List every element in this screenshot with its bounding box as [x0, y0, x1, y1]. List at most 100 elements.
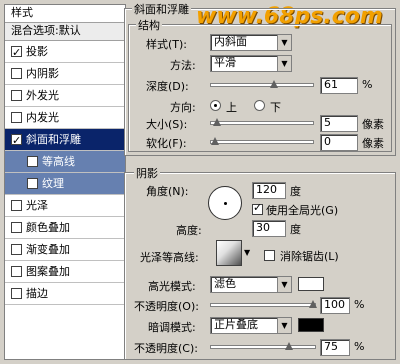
style-item-label: 图案叠加 — [26, 264, 70, 278]
style-list-item[interactable]: 渐变叠加 — [5, 239, 125, 261]
styles-header[interactable]: 样式 — [5, 5, 125, 23]
shadow-mode-select[interactable]: 正片叠底 ▼ — [210, 317, 292, 334]
size-unit: 像素 — [362, 118, 384, 131]
style-checkbox[interactable] — [27, 178, 38, 189]
depth-unit: % — [362, 78, 373, 91]
style-checkbox[interactable] — [11, 43, 22, 63]
style-checkbox[interactable] — [11, 112, 22, 123]
style-checkbox[interactable] — [11, 266, 22, 277]
chevron-down-icon[interactable]: ▼ — [277, 35, 291, 50]
style-item-label: 渐变叠加 — [26, 242, 70, 256]
shadow-opacity-label: 不透明度(C): — [134, 342, 198, 355]
shading-title: 阴影 — [134, 165, 160, 181]
styles-list-panel: 样式 混合选项:默认 投影内阴影外发光内发光斜面和浮雕等高线纹理光泽颜色叠加渐变… — [4, 4, 126, 360]
direction-up-label: 上 — [226, 101, 237, 114]
direction-down-radio[interactable] — [254, 100, 265, 111]
style-label: 样式(T): — [146, 38, 188, 51]
soften-label: 软化(F): — [146, 137, 187, 150]
direction-up-radio[interactable] — [210, 100, 221, 111]
style-item-label: 等高线 — [42, 154, 75, 168]
style-list-item[interactable]: 光泽 — [5, 195, 125, 217]
depth-slider[interactable] — [210, 80, 314, 90]
style-list-item[interactable]: 投影 — [5, 41, 125, 63]
shadow-color-swatch[interactable] — [298, 318, 324, 332]
direction-down-label: 下 — [270, 101, 281, 114]
depth-label: 深度(D): — [146, 80, 189, 93]
anti-alias-checkbox[interactable] — [264, 250, 275, 261]
shadow-opacity-slider[interactable] — [210, 342, 316, 352]
highlight-opacity-thumb[interactable] — [309, 300, 317, 310]
style-checkbox[interactable] — [11, 200, 22, 211]
gloss-contour-preview[interactable] — [216, 240, 242, 266]
style-select-value: 内斜面 — [214, 35, 247, 48]
global-light-checkbox[interactable] — [252, 201, 263, 215]
method-select-value: 平滑 — [214, 56, 236, 69]
shadow-opacity-thumb[interactable] — [284, 342, 293, 352]
style-item-label: 外发光 — [26, 88, 59, 102]
shadow-opacity-input[interactable]: 75 — [320, 339, 350, 356]
style-checkbox[interactable] — [11, 288, 22, 299]
style-list-item[interactable]: 颜色叠加 — [5, 217, 125, 239]
chevron-down-icon[interactable]: ▼ — [277, 56, 291, 71]
direction-label: 方向: — [170, 101, 196, 114]
size-slider-thumb[interactable] — [212, 118, 221, 128]
style-list-item[interactable]: 描边 — [5, 283, 125, 305]
style-item-label: 颜色叠加 — [26, 220, 70, 234]
angle-unit: 度 — [290, 185, 301, 198]
method-select[interactable]: 平滑 ▼ — [210, 55, 292, 72]
anti-alias-label: 消除锯齿(L) — [280, 250, 339, 263]
soften-slider-thumb[interactable] — [211, 137, 219, 147]
soften-slider[interactable] — [210, 137, 314, 147]
bevel-emboss-title: 斜面和浮雕 — [132, 1, 191, 17]
style-select[interactable]: 内斜面 ▼ — [210, 34, 292, 51]
style-checkbox[interactable] — [11, 222, 22, 233]
highlight-mode-value: 滤色 — [214, 277, 236, 290]
style-checkbox[interactable] — [11, 90, 22, 101]
style-checkbox[interactable] — [27, 156, 38, 167]
style-item-label: 纹理 — [42, 176, 64, 190]
style-list-item[interactable]: 内发光 — [5, 107, 125, 129]
style-checkbox[interactable] — [11, 68, 22, 79]
size-slider[interactable] — [210, 118, 314, 128]
depth-input[interactable]: 61 — [320, 77, 358, 94]
chevron-down-icon[interactable]: ▼ — [244, 248, 250, 257]
size-label: 大小(S): — [146, 118, 188, 131]
style-list-item[interactable]: 外发光 — [5, 85, 125, 107]
structure-title: 结构 — [136, 17, 162, 33]
global-light-label: 使用全局光(G) — [266, 204, 339, 217]
highlight-mode-select[interactable]: 滤色 ▼ — [210, 276, 292, 293]
highlight-color-swatch[interactable] — [298, 277, 324, 291]
altitude-input[interactable]: 30 — [252, 220, 286, 237]
angle-label: 角度(N): — [146, 185, 189, 198]
chevron-down-icon[interactable]: ▼ — [277, 277, 291, 292]
style-item-label: 投影 — [26, 44, 48, 58]
shadow-opacity-unit: % — [354, 340, 365, 353]
angle-dial[interactable] — [208, 186, 242, 220]
style-checkbox[interactable] — [11, 131, 22, 151]
style-list-item[interactable]: 等高线 — [5, 151, 125, 173]
blend-options-item[interactable]: 混合选项:默认 — [5, 23, 125, 41]
style-checkbox[interactable] — [11, 244, 22, 255]
highlight-opacity-slider[interactable] — [210, 300, 317, 310]
soften-input[interactable]: 0 — [320, 134, 358, 151]
angle-input[interactable]: 120 — [252, 182, 286, 199]
altitude-unit: 度 — [290, 223, 301, 236]
style-list-item[interactable]: 图案叠加 — [5, 261, 125, 283]
soften-unit: 像素 — [362, 137, 384, 150]
gloss-contour-label: 光泽等高线: — [140, 251, 199, 264]
style-item-label: 斜面和浮雕 — [26, 132, 81, 146]
style-list-item[interactable]: 内阴影 — [5, 63, 125, 85]
method-label: 方法: — [170, 59, 196, 72]
highlight-opacity-unit: % — [354, 298, 365, 311]
style-item-label: 内发光 — [26, 110, 59, 124]
chevron-down-icon[interactable]: ▼ — [277, 318, 291, 333]
shadow-mode-value: 正片叠底 — [214, 318, 258, 331]
highlight-opacity-input[interactable]: 100 — [320, 297, 350, 314]
style-list-item[interactable]: 斜面和浮雕 — [5, 129, 125, 151]
altitude-label: 高度: — [176, 224, 202, 237]
highlight-mode-label: 高光模式: — [148, 280, 196, 293]
style-item-label: 内阴影 — [26, 66, 59, 80]
depth-slider-thumb[interactable] — [269, 80, 278, 90]
style-list-item[interactable]: 纹理 — [5, 173, 125, 195]
size-input[interactable]: 5 — [320, 115, 358, 132]
